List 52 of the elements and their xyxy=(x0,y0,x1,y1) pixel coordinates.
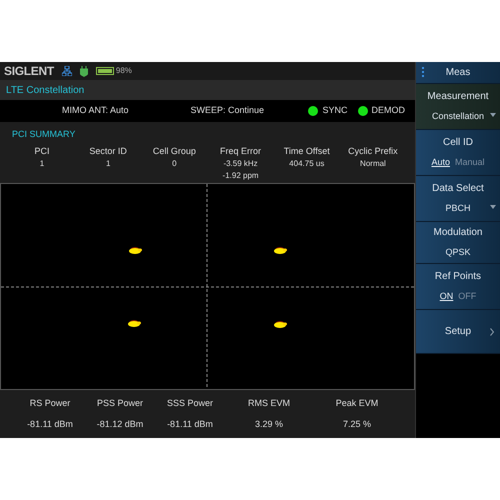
column-header: Cyclic Prefix xyxy=(348,144,398,158)
chevron-icon xyxy=(490,328,494,336)
indicator-label: DEMOD xyxy=(372,104,405,118)
brand-logo: SIGLENT xyxy=(4,63,54,80)
table-cell: 1 xyxy=(106,158,110,170)
battery-reading: 98% xyxy=(116,65,132,77)
caret-icon xyxy=(490,113,496,117)
metric-label: RS Power xyxy=(30,396,70,410)
table-cell: 1 xyxy=(40,158,44,170)
toggle-option[interactable]: ON xyxy=(440,290,454,304)
symbol-cluster xyxy=(129,247,142,254)
metric-value: -81.11 dBm xyxy=(27,418,73,431)
column-header: Sector ID xyxy=(89,144,127,158)
caret-icon xyxy=(490,205,496,209)
metric-value: -81.11 dBm xyxy=(167,418,213,431)
symbol-cluster xyxy=(274,247,287,254)
table-cell: 0 xyxy=(172,158,177,170)
column-header: Cell Group xyxy=(152,144,196,158)
value-softkey[interactable]: Modulation QPSK xyxy=(416,222,500,264)
toggle-option[interactable]: Auto xyxy=(431,156,450,170)
dropdown-softkey[interactable]: Data Select PBCH xyxy=(416,176,500,222)
symbol-cluster xyxy=(128,320,141,327)
toggle-option[interactable]: Manual xyxy=(454,156,485,170)
metric-label: SSS Power xyxy=(166,396,214,410)
submenu-softkey[interactable]: Setup xyxy=(416,310,500,354)
table-cell: Normal xyxy=(360,158,386,170)
plug-icon xyxy=(80,66,88,76)
column-header: PCI xyxy=(34,144,50,158)
indicator-label: SYNC xyxy=(322,104,348,118)
window-title: LTE Constellation xyxy=(6,84,84,98)
metric-label: Peak EVM xyxy=(336,396,378,410)
column-header: Freq Error xyxy=(220,144,262,158)
info-field: SWEEP: Continue xyxy=(190,104,264,118)
battery-icon xyxy=(96,67,114,75)
info-field: MIMO ANT: Auto xyxy=(62,104,129,118)
metric-label: RMS EVM xyxy=(248,396,290,410)
softkey-label: Ref Points xyxy=(434,270,482,284)
symbol-cluster xyxy=(274,321,287,328)
softkey-title: Meas xyxy=(446,66,470,80)
metric-value: -81.12 dBm xyxy=(96,418,144,431)
metric-value: 3.29 % xyxy=(254,418,284,431)
metric-value: 7.25 % xyxy=(342,418,372,431)
toggle-option[interactable]: OFF xyxy=(458,290,476,304)
table-cell: -3.59 kHz xyxy=(223,158,258,170)
table-cell: 404.75 us xyxy=(289,158,324,170)
table-cell: -1.92 ppm xyxy=(222,170,259,182)
dropdown-softkey[interactable]: Measurement Constellation xyxy=(416,84,500,130)
softkey-label: Cell ID xyxy=(442,136,473,150)
column-header: Time Offset xyxy=(284,144,330,158)
section-heading: PCI SUMMARY xyxy=(12,128,76,141)
network-icon xyxy=(62,66,72,76)
metric-label: PSS Power xyxy=(96,396,144,410)
